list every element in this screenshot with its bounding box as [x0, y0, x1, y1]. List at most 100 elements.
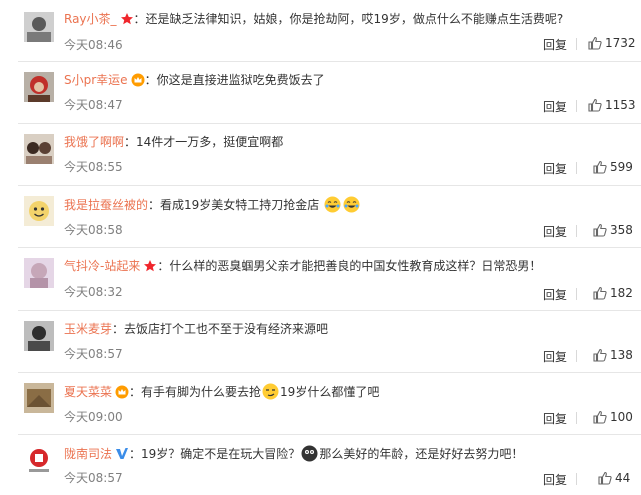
separator: ： — [148, 198, 161, 212]
username[interactable]: 陇南司法 — [64, 447, 112, 461]
like-count: 44 — [615, 471, 631, 485]
laughing-tears-emoji-icon — [324, 196, 341, 217]
avatar[interactable] — [24, 383, 54, 413]
like-button[interactable]: 599 — [593, 160, 633, 174]
reply-button[interactable]: 回复 — [543, 471, 567, 488]
smirk-emoji-icon — [262, 383, 279, 404]
like-button[interactable]: 44 — [598, 471, 630, 485]
comment-item: 我饿了啊啊：14件才一万多，挺便宜啊都 今天08:55 回复 599 — [0, 124, 641, 186]
timestamp: 今天09:00 — [64, 410, 123, 424]
separator: ： — [112, 322, 125, 336]
avatar[interactable] — [24, 134, 54, 164]
comment-text: 那么美好的年龄，还是好好去努力吧！ — [319, 447, 524, 461]
separator: ： — [133, 12, 146, 26]
separator: ： — [157, 259, 170, 273]
divider — [576, 100, 577, 112]
like-count: 599 — [610, 160, 633, 174]
timestamp: 今天08:46 — [64, 38, 123, 52]
divider — [576, 288, 577, 300]
comment-item: Ray小茶_ ：还是缺乏法律知识，姑娘，你是抢劫阿，哎19岁，做点什么不能赚点生活… — [0, 0, 641, 62]
avatar[interactable] — [24, 12, 54, 42]
divider — [576, 350, 577, 362]
verified-badge-icon — [115, 447, 129, 465]
like-button[interactable]: 100 — [593, 410, 633, 424]
timestamp: 今天08:58 — [64, 223, 123, 237]
thumbs-up-icon — [593, 223, 607, 237]
black-face-emoji-icon — [301, 445, 318, 466]
comment-text: 19岁什么都懂了吧 — [280, 385, 380, 399]
star-badge-icon — [143, 259, 157, 277]
thumbs-up-icon — [593, 160, 607, 174]
divider — [576, 473, 577, 485]
reply-button[interactable]: 回复 — [543, 223, 567, 240]
star-badge-icon — [120, 12, 134, 30]
separator: ： — [129, 385, 142, 399]
username[interactable]: 气抖冷-站起来 — [64, 259, 140, 273]
username[interactable]: 我饿了啊啊 — [64, 135, 124, 149]
reply-button[interactable]: 回复 — [543, 98, 567, 115]
laughing-tears-emoji-icon — [343, 196, 360, 217]
separator: ： — [129, 447, 142, 461]
comment-item: 我是拉蚕丝被的：看成19岁美女特工持刀抢金店 今天08:58 回复 358 — [0, 186, 641, 248]
comment-item: 玉米麦芽：去饭店打个工也不至于没有经济来源吧 今天08:57 回复 138 — [0, 311, 641, 373]
divider — [576, 38, 577, 50]
reply-button[interactable]: 回复 — [543, 286, 567, 303]
timestamp: 今天08:57 — [64, 347, 123, 361]
like-button[interactable]: 182 — [593, 286, 633, 300]
reply-button[interactable]: 回复 — [543, 410, 567, 427]
avatar[interactable] — [24, 445, 54, 475]
comment-text: 什么样的恶臭蝈男父亲才能把善良的中国女性教育成这样？日常恐男！ — [169, 259, 542, 273]
avatar[interactable] — [24, 72, 54, 102]
username[interactable]: 玉米麦芽 — [64, 322, 112, 336]
crown-badge-icon — [115, 385, 129, 403]
thumbs-up-icon — [588, 98, 602, 112]
thumbs-up-icon — [593, 410, 607, 424]
like-button[interactable]: 1732 — [588, 36, 636, 50]
like-button[interactable]: 358 — [593, 223, 633, 237]
reply-button[interactable]: 回复 — [543, 36, 567, 53]
thumbs-up-icon — [593, 348, 607, 362]
comment-text: 14件才一万多，挺便宜啊都 — [136, 135, 284, 149]
comment-item: 陇南司法 ：19岁？确定不是在玩大冒险？ 那么美好的年龄，还是好好去努力吧！ 今天0… — [0, 435, 641, 495]
comment-text: 去饭店打个工也不至于没有经济来源吧 — [124, 322, 329, 336]
like-count: 358 — [610, 223, 633, 237]
thumbs-up-icon — [598, 471, 612, 485]
thumbs-up-icon — [593, 286, 607, 300]
username[interactable]: S小pr幸运e — [64, 73, 128, 87]
comment-text: 你这是直接进监狱吃免费饭去了 — [156, 73, 325, 87]
like-count: 1732 — [605, 36, 636, 50]
avatar[interactable] — [24, 258, 54, 288]
avatar[interactable] — [24, 196, 54, 226]
divider — [576, 162, 577, 174]
divider — [576, 225, 577, 237]
like-count: 182 — [610, 286, 633, 300]
timestamp: 今天08:47 — [64, 98, 123, 112]
comment-item: S小pr幸运e ：你这是直接进监狱吃免费饭去了 今天08:47 回复 1153 — [0, 62, 641, 124]
avatar[interactable] — [24, 321, 54, 351]
like-button[interactable]: 1153 — [588, 98, 636, 112]
username[interactable]: Ray小茶_ — [64, 12, 117, 26]
comment-text: 有手有脚为什么要去抢 — [141, 385, 262, 399]
thumbs-up-icon — [588, 36, 602, 50]
like-count: 1153 — [605, 98, 636, 112]
like-count: 138 — [610, 348, 633, 362]
timestamp: 今天08:55 — [64, 160, 123, 174]
username[interactable]: 夏天菜菜 — [64, 385, 112, 399]
comment-item: 夏天菜菜 ：有手有脚为什么要去抢 19岁什么都懂了吧 今天09:00 回复 100 — [0, 373, 641, 435]
timestamp: 今天08:57 — [64, 471, 123, 485]
divider — [576, 412, 577, 424]
separator: ： — [144, 73, 157, 87]
like-button[interactable]: 138 — [593, 348, 633, 362]
reply-button[interactable]: 回复 — [543, 348, 567, 365]
comment-text: 看成19岁美女特工持刀抢金店 — [160, 198, 320, 212]
comment-text: 19岁？确定不是在玩大冒险？ — [141, 447, 301, 461]
separator: ： — [124, 135, 137, 149]
username[interactable]: 我是拉蚕丝被的 — [64, 198, 148, 212]
timestamp: 今天08:32 — [64, 285, 123, 299]
comment-list: Ray小茶_ ：还是缺乏法律知识，姑娘，你是抢劫阿，哎19岁，做点什么不能赚点生活… — [0, 0, 641, 495]
like-count: 100 — [610, 410, 633, 424]
comment-text: 还是缺乏法律知识，姑娘，你是抢劫阿，哎19岁，做点什么不能赚点生活费呢? — [145, 12, 564, 26]
crown-badge-icon — [131, 73, 145, 91]
reply-button[interactable]: 回复 — [543, 160, 567, 177]
comment-item: 气抖冷-站起来 ：什么样的恶臭蝈男父亲才能把善良的中国女性教育成这样？日常恐男！ … — [0, 248, 641, 311]
